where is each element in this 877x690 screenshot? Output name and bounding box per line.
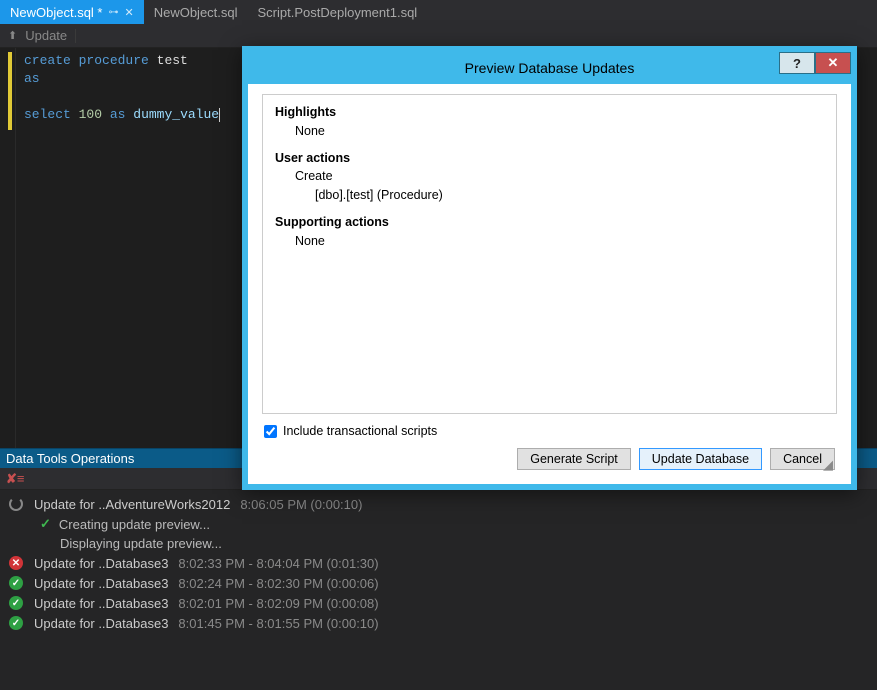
ident-test: test [157,53,188,68]
literal-100: 100 [79,107,102,122]
update-arrow-icon: ⬆ [8,29,17,42]
operation-label: Update for ..Database3 [34,596,168,611]
success-icon: ✓ [8,615,24,631]
update-database-button[interactable]: Update Database [639,448,762,470]
highlights-body: None [275,122,824,141]
operation-row[interactable]: ✕ Update for ..Database3 8:02:33 PM - 8:… [0,553,877,573]
check-icon: ✓ [40,516,51,532]
help-icon: ? [793,56,801,71]
dialog-titlebar[interactable]: Preview Database Updates ? ✕ [248,52,851,84]
dialog-content[interactable]: Highlights None User actions Create [dbo… [262,94,837,414]
kw-create: create [24,53,71,68]
tab-newobject-dirty[interactable]: NewObject.sql * ⊶ ✕ [0,0,144,24]
close-icon[interactable]: ✕ [124,6,133,19]
user-actions-l1: Create [275,167,824,186]
kw-as2: as [110,107,126,122]
operation-time: 8:02:24 PM - 8:02:30 PM (0:00:06) [178,576,378,591]
operation-label: Update for ..Database3 [34,616,168,631]
operation-row[interactable]: ✓ Update for ..Database3 8:02:24 PM - 8:… [0,573,877,593]
tab-label: NewObject.sql [154,5,238,20]
supporting-body: None [275,232,824,251]
error-icon: ✕ [8,555,24,571]
help-button[interactable]: ? [779,52,815,74]
close-icon: ✕ [828,55,839,71]
operation-time: 8:01:45 PM - 8:01:55 PM (0:00:10) [178,616,378,631]
success-icon: ✓ [8,575,24,591]
operations-list: Update for ..AdventureWorks2012 8:06:05 … [0,490,877,690]
operation-label: Update for ..AdventureWorks2012 [34,497,230,512]
dialog-controls: ? ✕ [779,52,851,74]
editor-toolbar: ⬆ Update [0,24,877,48]
close-button[interactable]: ✕ [815,52,851,74]
resize-grip-icon[interactable]: ◢ [823,460,837,474]
operation-label: Update for ..Database3 [34,576,168,591]
text-cursor [219,108,220,122]
preview-dialog: Preview Database Updates ? ✕ Highlights … [242,46,857,490]
tab-label: Script.PostDeployment1.sql [258,5,418,20]
tab-bar: NewObject.sql * ⊶ ✕ NewObject.sql Script… [0,0,877,24]
operation-row[interactable]: Update for ..AdventureWorks2012 8:06:05 … [0,494,877,514]
pin-icon: ⊶ [108,7,118,18]
success-icon: ✓ [8,595,24,611]
panel-title: Data Tools Operations [6,451,134,466]
include-transactional-label: Include transactional scripts [283,424,437,438]
ident-dummy: dummy_value [133,107,219,122]
code-content: create procedure test as select 100 as d… [16,48,228,448]
change-marker [8,52,12,130]
tab-newobject[interactable]: NewObject.sql [144,0,248,24]
tab-label: NewObject.sql * [10,5,102,20]
include-transactional-input[interactable] [264,425,277,438]
user-actions-l2: [dbo].[test] (Procedure) [275,186,824,205]
editor-gutter [0,48,16,448]
operation-time: 8:06:05 PM (0:00:10) [240,497,362,512]
operation-time: 8:02:33 PM - 8:04:04 PM (0:01:30) [178,556,378,571]
supporting-header: Supporting actions [275,215,389,229]
kw-as: as [24,71,40,86]
kw-procedure: procedure [79,53,149,68]
highlights-header: Highlights [275,105,336,119]
ops-clear-icon[interactable]: ✘≡ [6,471,24,487]
dialog-footer: Generate Script Update Database Cancel ◢ [262,442,837,474]
operation-time: 8:02:01 PM - 8:02:09 PM (0:00:08) [178,596,378,611]
tab-script-postdeploy[interactable]: Script.PostDeployment1.sql [248,0,428,24]
toolbar-divider [75,29,76,43]
include-transactional-checkbox[interactable]: Include transactional scripts [262,414,837,442]
generate-script-button[interactable]: Generate Script [517,448,631,470]
operation-label: Update for ..Database3 [34,556,168,571]
operation-row[interactable]: ✓ Update for ..Database3 8:01:45 PM - 8:… [0,613,877,633]
substep-text: Creating update preview... [59,517,210,532]
operation-substep: Displaying update preview... [0,534,877,553]
update-button[interactable]: Update [25,28,67,43]
operation-substep: ✓ Creating update preview... [0,514,877,534]
kw-select: select [24,107,71,122]
spinner-icon [8,496,24,512]
user-actions-header: User actions [275,151,350,165]
substep-text: Displaying update preview... [60,536,222,551]
dialog-body: Highlights None User actions Create [dbo… [248,84,851,484]
operation-row[interactable]: ✓ Update for ..Database3 8:02:01 PM - 8:… [0,593,877,613]
dialog-title: Preview Database Updates [465,60,635,76]
